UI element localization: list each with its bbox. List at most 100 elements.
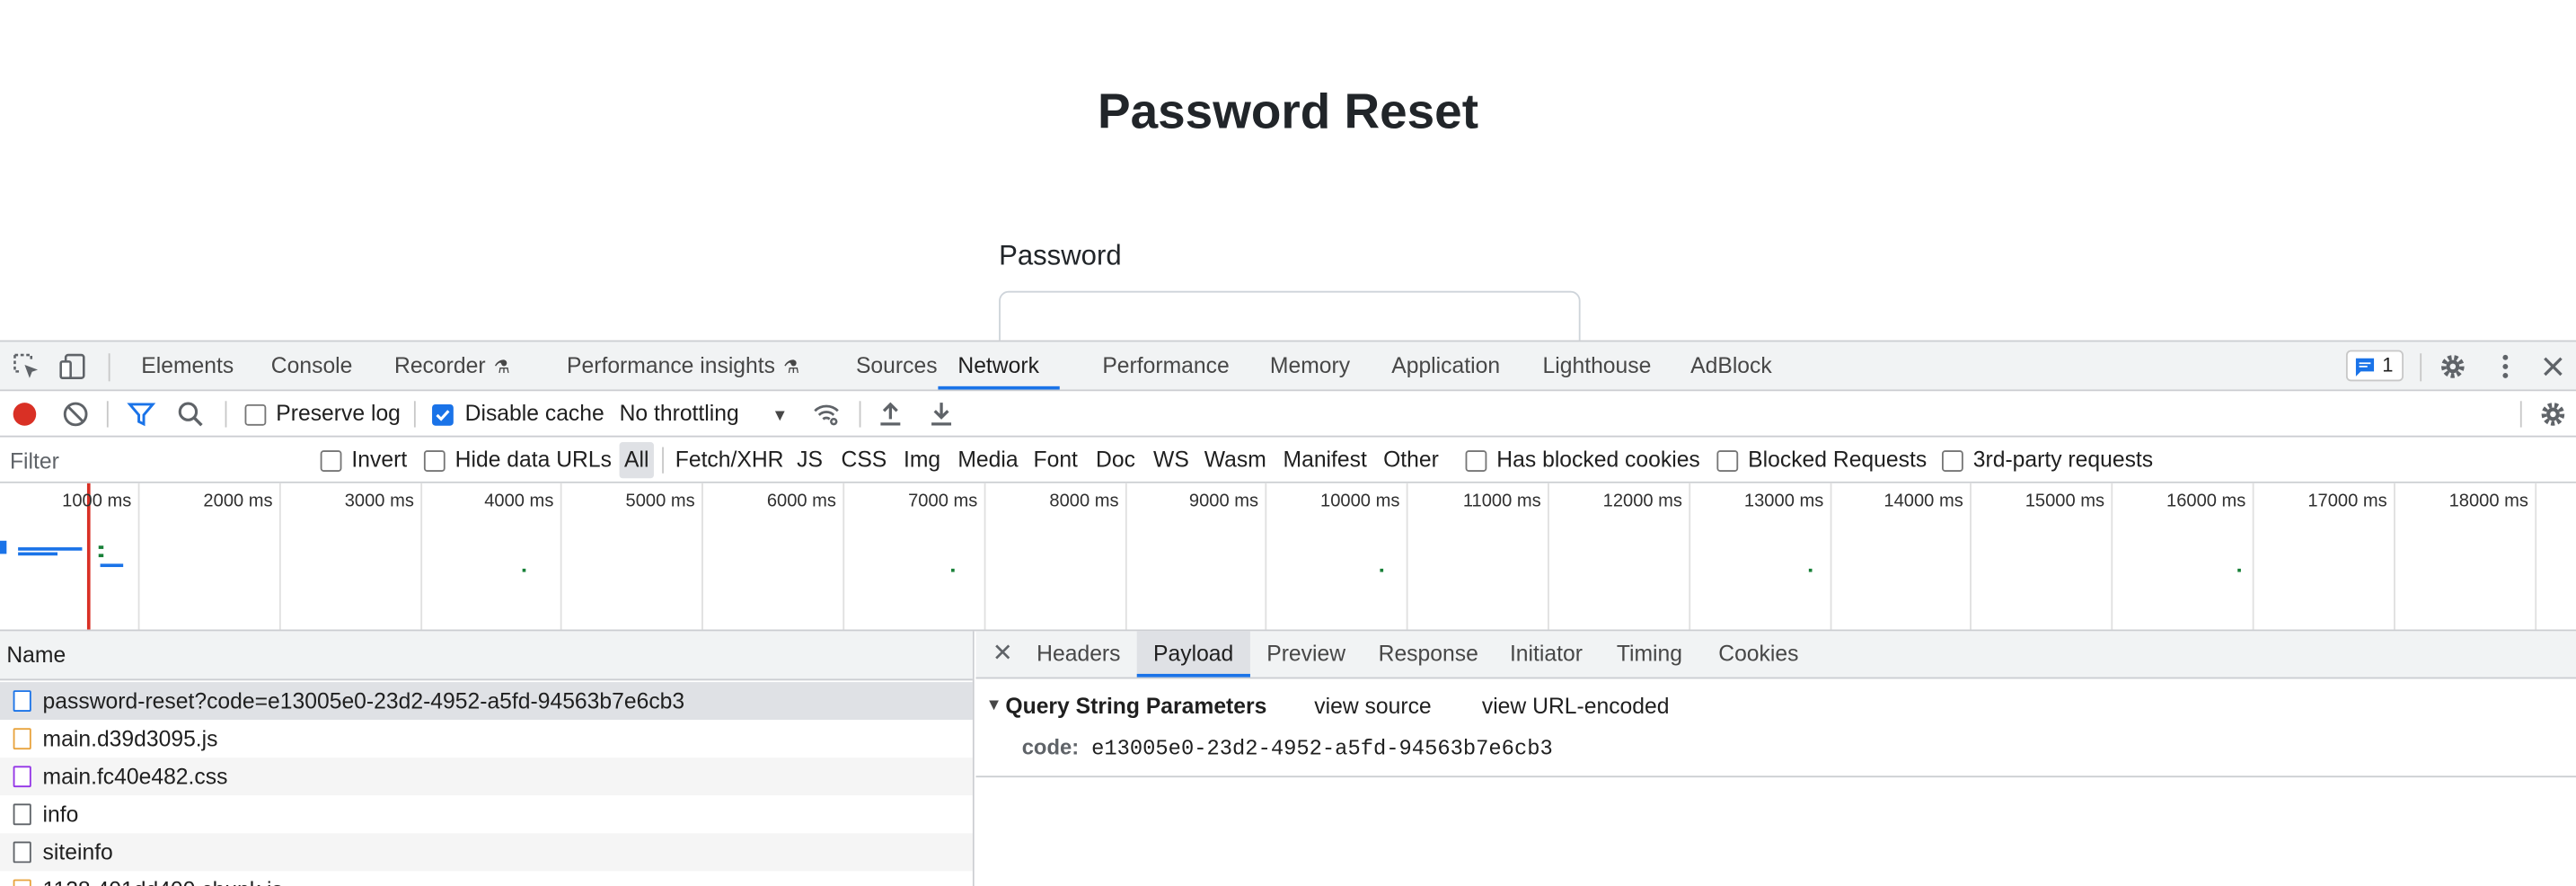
password-input[interactable]	[999, 290, 1581, 341]
settings-gear-icon[interactable]	[2438, 351, 2467, 381]
request-detail-panel: ✕ Headers Payload Preview Response Initi…	[975, 631, 2576, 886]
name-column-header[interactable]: Name	[0, 631, 973, 681]
clear-icon[interactable]	[61, 399, 91, 429]
tab-lighthouse[interactable]: Lighthouse	[1543, 341, 1652, 389]
flask-icon: ⚗	[493, 358, 510, 378]
script-file-icon	[13, 879, 31, 886]
preserve-log-checkbox[interactable]	[244, 403, 267, 426]
tab-sources[interactable]: Sources	[856, 341, 938, 389]
tab-preview[interactable]: Preview	[1266, 631, 1345, 677]
timeline-gridline	[560, 483, 562, 630]
request-row[interactable]: info	[0, 795, 973, 834]
timeline-gridline	[2393, 483, 2395, 630]
blocked-requests-checkbox[interactable]	[1716, 450, 1739, 472]
filter-type-wasm[interactable]: Wasm	[1204, 438, 1266, 483]
hide-data-urls-label: Hide data URLs	[454, 447, 612, 472]
filter-type-img[interactable]: Img	[904, 438, 940, 483]
tab-response[interactable]: Response	[1379, 631, 1478, 677]
network-conditions-icon[interactable]	[812, 399, 842, 429]
page-content: Password Reset Password	[0, 0, 2576, 341]
tab-headers[interactable]: Headers	[1037, 631, 1120, 677]
inspect-element-icon[interactable]	[12, 351, 41, 381]
filter-type-css[interactable]: CSS	[841, 438, 887, 483]
filter-type-other[interactable]: Other	[1383, 438, 1439, 483]
filter-type-all[interactable]: All	[619, 442, 655, 479]
search-icon[interactable]	[176, 399, 206, 429]
filter-type-js[interactable]: JS	[797, 438, 823, 483]
tab-memory[interactable]: Memory	[1270, 341, 1350, 389]
network-settings-gear-icon[interactable]	[2538, 399, 2568, 429]
query-param-row: code: e13005e0-23d2-4952-a5fd-94563b7e6c…	[1022, 735, 1553, 761]
timeline-request-dot	[1808, 568, 1813, 572]
timeline-gridline	[842, 483, 845, 630]
has-blocked-cookies-checkbox[interactable]	[1465, 450, 1487, 472]
filter-type-ws[interactable]: WS	[1153, 438, 1189, 483]
timeline-tick-label: 3000 ms	[344, 491, 414, 511]
tab-recorder[interactable]: Recorder ⚗	[394, 341, 510, 389]
query-string-section[interactable]: ▼ Query String Parameters view source vi…	[975, 678, 2576, 732]
timeline-request-dot	[522, 568, 526, 572]
invert-label: Invert	[351, 447, 408, 472]
tab-cookies[interactable]: Cookies	[1718, 631, 1798, 677]
invert-checkbox[interactable]	[320, 450, 342, 472]
view-source-button[interactable]: view source	[1314, 678, 1431, 732]
request-name: main.d39d3095.js	[42, 726, 218, 751]
tab-payload[interactable]: Payload	[1136, 631, 1250, 678]
timeline-tick-label: 7000 ms	[908, 491, 978, 511]
timeline-request-dot	[951, 568, 955, 572]
tab-network[interactable]: Network	[938, 341, 1059, 390]
tab-performance[interactable]: Performance	[1102, 341, 1229, 389]
tab-adblock[interactable]: AdBlock	[1690, 341, 1772, 389]
hide-data-urls-checkbox[interactable]	[423, 450, 446, 472]
timeline-request-dot	[1380, 568, 1384, 572]
network-overview-timeline[interactable]: 1000 ms 2000 ms 3000 ms 4000 ms 5000 ms 6000 …	[0, 483, 2576, 632]
timeline-tick-label: 14000 ms	[1883, 491, 1963, 511]
disable-cache-checkbox[interactable]	[432, 403, 454, 426]
fetch-file-icon	[13, 841, 31, 864]
request-row[interactable]: siteinfo	[0, 833, 973, 872]
requests-list: Name password-reset?code=e13005e0-23d2-4…	[0, 631, 975, 886]
tab-application[interactable]: Application	[1391, 341, 1500, 389]
tab-elements[interactable]: Elements	[141, 341, 234, 389]
issues-badge[interactable]: 1	[2345, 350, 2404, 382]
record-icon[interactable]	[10, 399, 40, 429]
tab-initiator[interactable]: Initiator	[1510, 631, 1583, 677]
tab-timing[interactable]: Timing	[1617, 631, 1682, 677]
timeline-gridline	[2252, 483, 2254, 630]
request-row[interactable]: password-reset?code=e13005e0-23d2-4952-a…	[0, 682, 973, 721]
timeline-gridline	[420, 483, 423, 630]
fetch-file-icon	[13, 803, 31, 826]
close-icon[interactable]	[2538, 351, 2568, 381]
divider	[2519, 401, 2522, 428]
doc-file-icon	[13, 690, 31, 713]
filter-type-doc[interactable]: Doc	[1096, 438, 1135, 483]
timeline-gridline	[1830, 483, 1832, 630]
request-row[interactable]: main.d39d3095.js	[0, 720, 973, 758]
filter-type-fetch-xhr[interactable]: Fetch/XHR	[675, 438, 784, 483]
timeline-tick-label: 18000 ms	[2448, 491, 2528, 511]
filter-type-media[interactable]: Media	[957, 438, 1018, 483]
more-options-icon[interactable]	[2491, 351, 2520, 381]
third-party-requests-label: 3rd-party requests	[1972, 447, 2154, 472]
filter-icon[interactable]	[127, 399, 156, 429]
close-detail-icon[interactable]: ✕	[992, 631, 1013, 677]
timeline-gridline	[1265, 483, 1267, 630]
timeline-gridline	[1689, 483, 1691, 630]
tab-console[interactable]: Console	[271, 341, 353, 389]
request-row[interactable]: main.fc40e482.css	[0, 758, 973, 796]
third-party-requests-checkbox[interactable]	[1941, 450, 1963, 472]
filter-input[interactable]	[0, 442, 298, 479]
upload-icon[interactable]	[876, 399, 905, 429]
throttling-select[interactable]: No throttling ▼	[620, 391, 789, 437]
view-url-encoded-button[interactable]: view URL-encoded	[1482, 678, 1670, 732]
preserve-log-label: Preserve log	[276, 401, 401, 426]
timeline-doc-bar	[0, 540, 7, 554]
device-toolbar-icon[interactable]	[57, 351, 87, 381]
request-row[interactable]: 1128.401dd400.chunk.js	[0, 871, 973, 886]
tab-performance-insights[interactable]: Performance insights ⚗	[567, 341, 799, 389]
filter-type-font[interactable]: Font	[1034, 438, 1078, 483]
download-icon[interactable]	[927, 399, 957, 429]
timeline-gridline	[2111, 483, 2113, 630]
filter-type-manifest[interactable]: Manifest	[1284, 438, 1367, 483]
page-title: Password Reset	[1098, 85, 1478, 140]
